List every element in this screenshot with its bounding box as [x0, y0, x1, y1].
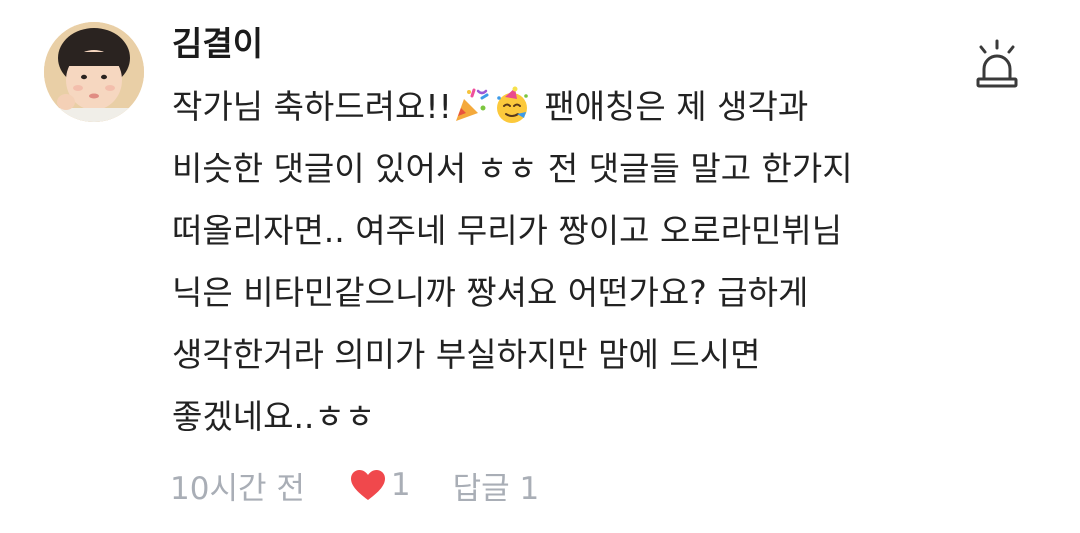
timestamp: 10시간 전: [170, 470, 305, 507]
comment-line: 떠올리자면.. 여주네 무리가 짱이고 오로라민뷔님: [172, 211, 843, 250]
partying-face-icon: [496, 86, 528, 123]
reply-button[interactable]: 답글 1: [453, 463, 540, 508]
comment-meta: 10시간 전 1 답글 1: [170, 463, 539, 507]
comment-line: 작가님 축하드려요!! 팬애칭은 제 생각과: [172, 76, 952, 138]
report-button[interactable]: [970, 38, 1024, 90]
comment-line: 생각한거라 의미가 부실하지만 맘에 드시면: [172, 335, 761, 374]
like-count: 1: [390, 467, 411, 503]
siren-icon: [976, 39, 1018, 88]
comment-text: 작가님 축하드려요!!: [172, 87, 452, 126]
comment-line: 닉은 비타민같으니까 짱셔요 어떤가요? 급하게: [172, 273, 809, 312]
avatar[interactable]: [44, 22, 144, 122]
comment-item: 김결이 작가님 축하드려요!! 팬애칭은 제 생각과 비슷한 댓글이 있어서 ㅎ…: [0, 0, 1080, 533]
like-button[interactable]: 1: [349, 467, 411, 503]
comment-line: 좋겠네요..ㅎㅎ: [172, 397, 376, 436]
heart-icon: [350, 470, 385, 500]
username[interactable]: 김결이: [172, 22, 263, 66]
party-popper-icon: [455, 88, 489, 121]
comment-line: 비슷한 댓글이 있어서 ㅎㅎ 전 댓글들 말고 한가지: [172, 149, 853, 188]
comment-body: 작가님 축하드려요!! 팬애칭은 제 생각과 비슷한 댓글이 있어서 ㅎㅎ 전 …: [172, 76, 952, 448]
comment-text: 팬애칭은 제 생각과: [533, 87, 809, 126]
